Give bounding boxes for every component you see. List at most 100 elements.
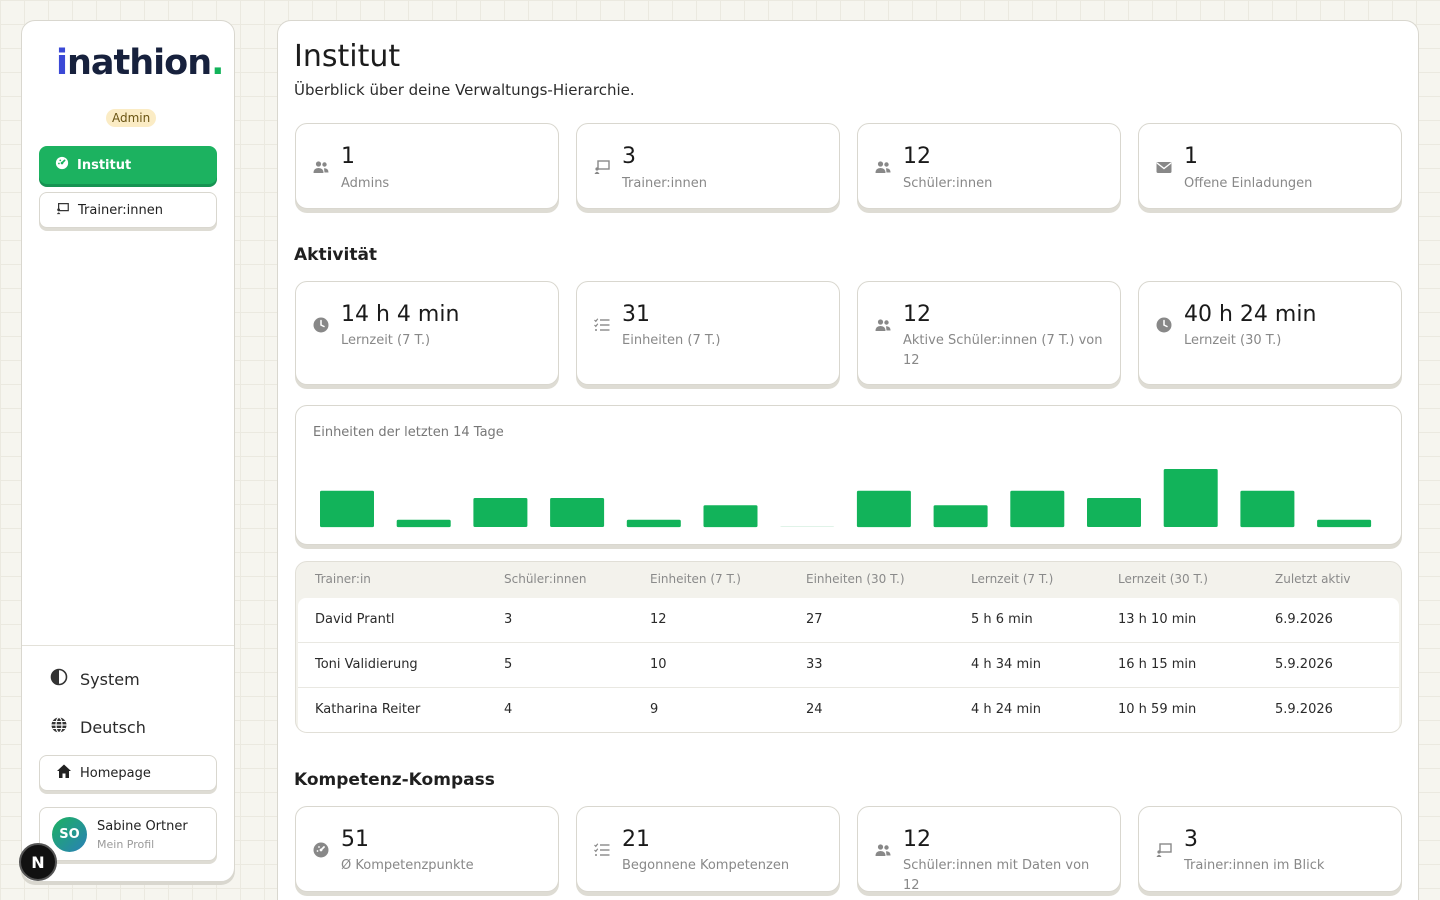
list-icon bbox=[593, 841, 611, 859]
chart-bar bbox=[320, 490, 374, 528]
stat-card-students: 12 Schüler:innen bbox=[857, 123, 1121, 209]
table-header: Trainer:in Schüler:innen Einheiten (7 T.… bbox=[296, 562, 1401, 598]
table-row[interactable]: David Prantl 3 12 27 5 h 6 min 13 h 10 m… bbox=[298, 598, 1399, 643]
theme-toggle[interactable]: System bbox=[50, 668, 140, 690]
stat-value: 12 bbox=[903, 144, 931, 169]
column-header[interactable]: Lernzeit (7 T.) bbox=[971, 572, 1053, 586]
activity-card-lernzeit-7: 14 h 4 min Lernzeit (7 T.) bbox=[295, 281, 559, 385]
chart-bar bbox=[626, 519, 681, 528]
column-header[interactable]: Schüler:innen bbox=[504, 572, 586, 586]
table-body: David Prantl 3 12 27 5 h 6 min 13 h 10 m… bbox=[298, 598, 1399, 732]
avatar: SO bbox=[52, 817, 87, 852]
homepage-button[interactable]: Homepage bbox=[39, 755, 217, 791]
compass-card-students: 12 Schüler:innen mit Daten von 12 bbox=[857, 806, 1121, 893]
table-cell: 27 bbox=[806, 612, 823, 627]
table-cell: 33 bbox=[806, 657, 823, 672]
logo[interactable]: inathion. bbox=[56, 43, 224, 83]
table-cell: 13 h 10 min bbox=[1118, 612, 1197, 627]
column-header[interactable]: Zuletzt aktiv bbox=[1275, 572, 1351, 586]
stat-value: 3 bbox=[622, 144, 636, 169]
column-header[interactable]: Lernzeit (30 T.) bbox=[1118, 572, 1208, 586]
dev-tools-badge[interactable]: N bbox=[19, 843, 57, 881]
sidebar-divider bbox=[22, 645, 234, 646]
chart-bar bbox=[1087, 498, 1141, 527]
home-icon bbox=[56, 763, 72, 783]
stat-card-admins: 1 Admins bbox=[295, 123, 559, 209]
clock-icon bbox=[312, 316, 330, 334]
gauge-icon bbox=[55, 156, 69, 174]
table-cell: 6.9.2026 bbox=[1275, 612, 1333, 627]
table-cell: David Prantl bbox=[315, 612, 395, 627]
stat-label: Lernzeit (30 T.) bbox=[1184, 333, 1282, 348]
stat-card-invitations: 1 Offene Einladungen bbox=[1138, 123, 1402, 209]
table-cell: 5.9.2026 bbox=[1275, 702, 1333, 717]
clock-icon bbox=[1155, 316, 1173, 334]
bar-chart bbox=[320, 469, 1372, 528]
stat-value: 1 bbox=[341, 144, 355, 169]
contrast-icon bbox=[50, 668, 68, 690]
profile-name: Sabine Ortner bbox=[97, 819, 188, 834]
table-cell: 4 h 24 min bbox=[971, 702, 1041, 717]
chart-bar bbox=[933, 505, 988, 528]
language-label: Deutsch bbox=[80, 717, 146, 737]
stat-card-trainer: 3 Trainer:innen bbox=[576, 123, 840, 209]
logo-text: nathion bbox=[67, 43, 212, 83]
table-cell: 10 h 59 min bbox=[1118, 702, 1197, 717]
stat-label: Einheiten (7 T.) bbox=[622, 333, 721, 348]
table-cell: 4 bbox=[504, 702, 513, 717]
table-cell: Katharina Reiter bbox=[315, 702, 421, 717]
list-icon bbox=[593, 316, 611, 334]
chart-bar bbox=[1163, 469, 1218, 527]
nav-item-institut[interactable]: Institut bbox=[39, 146, 217, 184]
section-title-compass: Kompetenz-Kompass bbox=[294, 770, 495, 790]
column-header[interactable]: Einheiten (30 T.) bbox=[806, 572, 905, 586]
table-row[interactable]: Katharina Reiter 4 9 24 4 h 24 min 10 h … bbox=[298, 688, 1399, 732]
stat-label: Lernzeit (7 T.) bbox=[341, 333, 431, 348]
chart-bar bbox=[703, 505, 758, 528]
stat-label: Begonnene Kompetenzen bbox=[622, 858, 790, 873]
language-select[interactable]: Deutsch bbox=[50, 716, 146, 738]
chart-bar bbox=[473, 498, 528, 527]
table-cell: 4 h 34 min bbox=[971, 657, 1041, 672]
column-header[interactable]: Trainer:in bbox=[315, 572, 371, 586]
chart-bar bbox=[1317, 519, 1372, 528]
users-icon bbox=[312, 158, 330, 176]
users-icon bbox=[874, 841, 892, 859]
chart-bar bbox=[396, 519, 451, 528]
theme-label: System bbox=[80, 669, 140, 689]
stat-label: Schüler:innen mit Daten von 12 bbox=[903, 858, 1090, 893]
sidebar: inathion. Admin Institut Trainer:innen S… bbox=[21, 20, 235, 882]
table-cell: 9 bbox=[650, 702, 659, 717]
column-header[interactable]: Einheiten (7 T.) bbox=[650, 572, 741, 586]
chalkboard-icon bbox=[1155, 841, 1173, 859]
stat-value: 51 bbox=[341, 827, 369, 852]
stat-value: 14 h 4 min bbox=[341, 302, 460, 327]
trainer-table: Trainer:in Schüler:innen Einheiten (7 T.… bbox=[295, 561, 1402, 733]
table-cell: 24 bbox=[806, 702, 823, 717]
stat-value: 12 bbox=[903, 827, 931, 852]
table-row[interactable]: Toni Validierung 5 10 33 4 h 34 min 16 h… bbox=[298, 643, 1399, 688]
page-title: Institut bbox=[294, 39, 401, 74]
profile-subtitle: Mein Profil bbox=[97, 838, 155, 851]
nav-item-trainer[interactable]: Trainer:innen bbox=[39, 192, 217, 228]
chart-bar bbox=[780, 526, 835, 527]
chart-bar bbox=[1240, 490, 1295, 528]
compass-card-trainer: 3 Trainer:innen im Blick bbox=[1138, 806, 1402, 892]
globe-icon bbox=[50, 716, 68, 738]
chart-bar bbox=[550, 498, 605, 527]
stat-label: Trainer:innen bbox=[622, 176, 708, 191]
stat-value: 21 bbox=[622, 827, 650, 852]
units-chart: Einheiten der letzten 14 Tage bbox=[295, 405, 1402, 545]
stat-value: 40 h 24 min bbox=[1184, 302, 1317, 327]
nav-item-label: Institut bbox=[77, 157, 132, 173]
envelope-icon bbox=[1155, 158, 1173, 176]
users-icon bbox=[874, 158, 892, 176]
profile-button[interactable]: SO Sabine Ortner Mein Profil bbox=[39, 807, 217, 861]
nav-item-label: Trainer:innen bbox=[78, 202, 164, 218]
gauge-icon bbox=[312, 841, 330, 859]
section-title-activity: Aktivität bbox=[294, 245, 378, 265]
page-subtitle: Überblick über deine Verwaltungs-Hierarc… bbox=[294, 81, 635, 99]
activity-card-einheiten-7: 31 Einheiten (7 T.) bbox=[576, 281, 840, 385]
table-cell: Toni Validierung bbox=[315, 657, 418, 672]
compass-card-begun: 21 Begonnene Kompetenzen bbox=[576, 806, 840, 892]
